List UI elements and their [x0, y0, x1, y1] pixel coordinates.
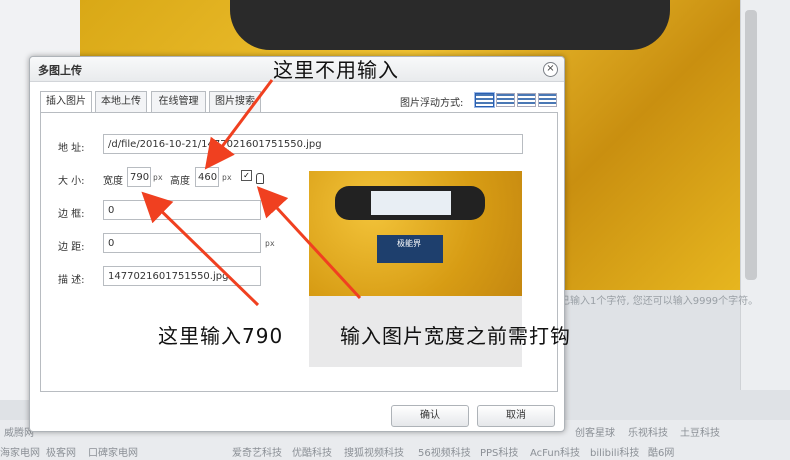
- annotation-top: 这里不用输入: [273, 58, 399, 82]
- arrow-right: [256, 186, 362, 300]
- arrow-left: [141, 191, 260, 307]
- annotation-right: 输入图片宽度之前需打钩: [340, 324, 571, 348]
- annotation-left: 这里输入790: [158, 324, 284, 348]
- arrow-top: [204, 79, 274, 170]
